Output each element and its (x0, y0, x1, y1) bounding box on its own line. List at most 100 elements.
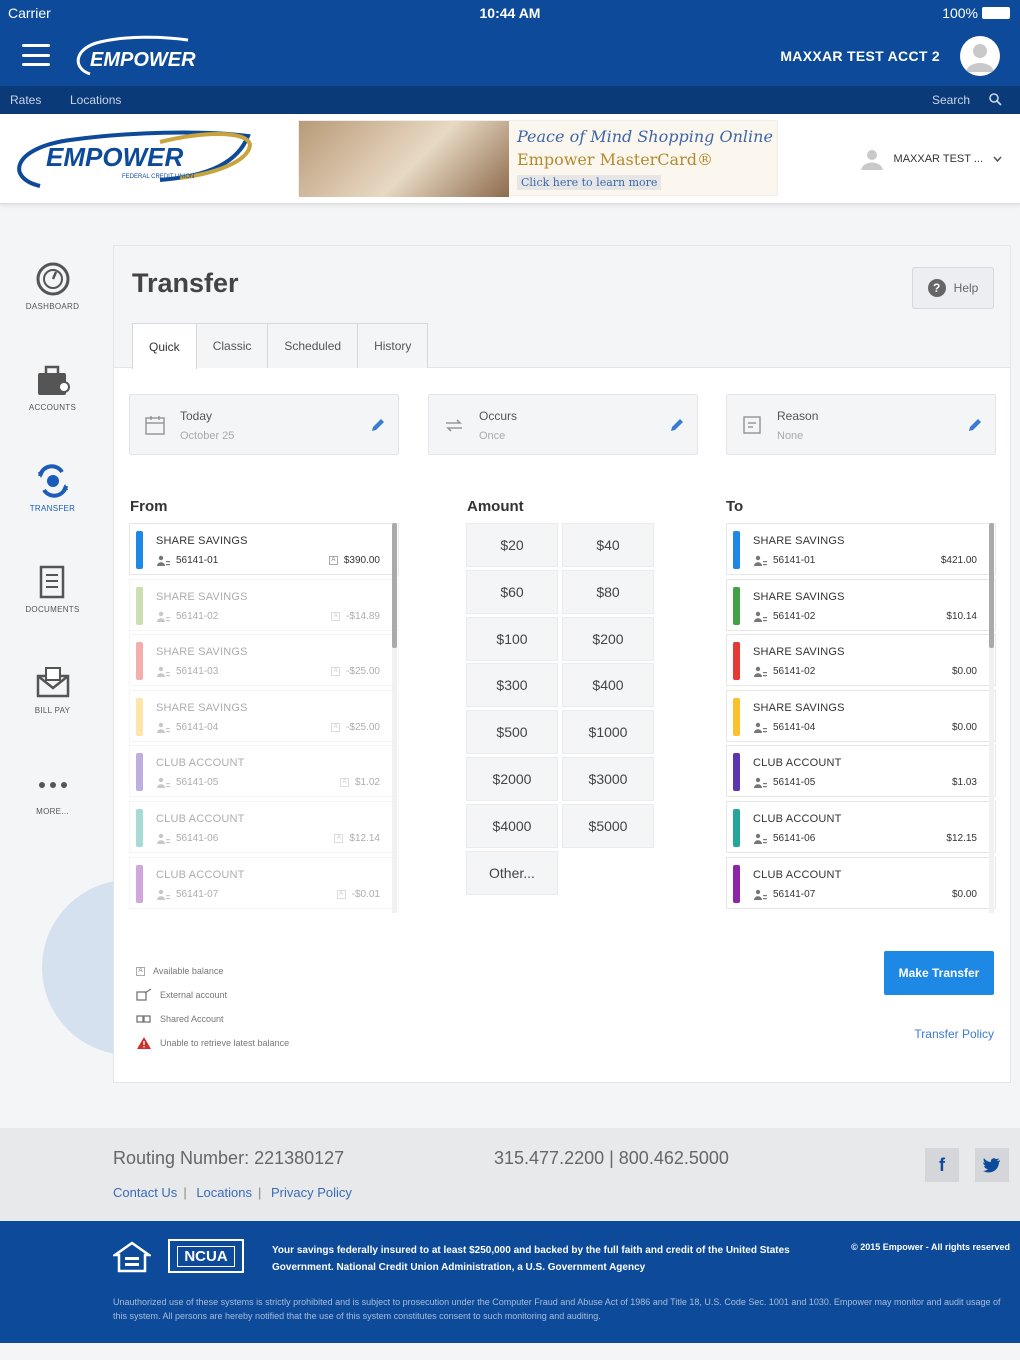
nav-rates[interactable]: Rates (10, 93, 41, 107)
empower-logo[interactable]: EMPOWER FEDERAL CREDIT UNION (10, 122, 255, 192)
search-icon[interactable] (988, 92, 1002, 106)
amount-button[interactable]: $400 (562, 663, 654, 708)
amount-button[interactable]: $5000 (562, 803, 654, 848)
account-color-bar (733, 808, 740, 847)
amount-button[interactable]: Other... (466, 850, 558, 895)
account-number-text: 56141-07 (773, 888, 816, 900)
amount-button[interactable]: $2000 (466, 757, 558, 801)
privacy-policy-link[interactable]: Privacy Policy (271, 1185, 352, 1200)
account-balance: A $12.14 (334, 833, 380, 844)
reason-selector[interactable]: Reason None (726, 394, 996, 455)
account-row[interactable]: SHARE SAVINGS 56141-04 A -$25.00 (129, 689, 399, 742)
amount-button[interactable]: $4000 (466, 803, 558, 848)
amount-button[interactable]: $100 (466, 616, 558, 661)
more-icon (38, 782, 67, 788)
app-logo[interactable]: EMPOWER (70, 30, 200, 84)
tab-scheduled[interactable]: Scheduled (267, 323, 359, 368)
from-account-list: SHARE SAVINGS 56141-01 A $390.00 SHARE SAVIN… (129, 523, 399, 913)
amount-button[interactable]: $60 (466, 569, 558, 614)
profile-avatar[interactable] (960, 36, 1000, 76)
account-balance: A $1.02 (339, 777, 380, 788)
tab-history[interactable]: History (357, 323, 429, 368)
account-number-text: 56141-06 (773, 832, 816, 844)
sidenav-accounts[interactable]: ACCOUNTS (0, 361, 105, 452)
occurs-selector[interactable]: Occurs Once (428, 394, 698, 455)
account-balance: $12.15 (946, 833, 977, 844)
account-balance: A -$0.01 (336, 889, 380, 900)
pencil-icon[interactable] (967, 417, 983, 433)
tab-classic[interactable]: Classic (195, 323, 269, 368)
account-row[interactable]: SHARE SAVINGS 56141-02 $10.14 (726, 578, 996, 631)
date-selector[interactable]: Today October 25 (129, 394, 399, 455)
account-number: 56141-07 (156, 889, 218, 900)
account-row[interactable]: CLUB ACCOUNT 56141-06 A $12.14 (129, 800, 399, 853)
account-row[interactable]: SHARE SAVINGS 56141-01 A $390.00 (129, 523, 399, 575)
account-name: CLUB ACCOUNT (156, 812, 245, 825)
amount-button[interactable]: $300 (466, 663, 558, 708)
user-menu[interactable]: MAXXAR TEST ... (860, 148, 1002, 170)
account-balance: $421.00 (941, 555, 977, 566)
account-number: 56141-04 (753, 722, 815, 733)
help-label: Help (953, 281, 979, 295)
help-button[interactable]: ? Help (912, 267, 994, 309)
svg-text:FEDERAL CREDIT UNION: FEDERAL CREDIT UNION (122, 174, 194, 180)
occurs-label: Occurs (479, 409, 518, 423)
account-row[interactable]: SHARE SAVINGS 56141-02 A -$14.89 (129, 578, 399, 631)
from-scrollbar[interactable] (392, 523, 397, 913)
account-row[interactable]: SHARE SAVINGS 56141-03 A -$25.00 (129, 634, 399, 687)
account-row[interactable]: CLUB ACCOUNT 56141-05 $1.03 (726, 745, 996, 798)
account-color-bar (136, 531, 143, 569)
hamburger-menu-icon[interactable] (22, 44, 50, 66)
make-transfer-button[interactable]: Make Transfer (884, 951, 994, 995)
contact-us-link[interactable]: Contact Us (113, 1185, 177, 1200)
user-menu-label: MAXXAR TEST ... (893, 153, 983, 165)
account-balance: A -$25.00 (331, 722, 380, 733)
reason-value: None (777, 430, 804, 442)
mastercard-banner-ad[interactable]: Peace of Mind Shopping Online Empower Ma… (298, 120, 778, 197)
account-number-text: 56141-02 (773, 666, 816, 678)
amount-button[interactable]: $3000 (562, 757, 654, 801)
account-row[interactable]: CLUB ACCOUNT 56141-07 A -$0.01 (129, 856, 399, 909)
account-row[interactable]: CLUB ACCOUNT 56141-05 A $1.02 (129, 745, 399, 798)
account-name: SHARE SAVINGS (753, 701, 845, 714)
shared-account-icon (157, 611, 170, 622)
sidenav-bill-pay[interactable]: BILL PAY (0, 664, 105, 755)
phone-numbers[interactable]: 315.477.2200 | 800.462.5000 (494, 1148, 729, 1169)
account-name: SHARE SAVINGS (753, 646, 845, 659)
pencil-icon[interactable] (370, 417, 386, 433)
search-link[interactable]: Search (932, 93, 970, 107)
to-scrollbar[interactable] (989, 523, 994, 913)
account-row[interactable]: CLUB ACCOUNT 56141-07 $0.00 (726, 856, 996, 909)
available-balance-icon: A (339, 778, 349, 788)
sidenav-more[interactable]: MORE... (0, 765, 105, 856)
locations-link[interactable]: Locations (196, 1185, 252, 1200)
banner-learn-more[interactable]: Click here to learn more (517, 175, 662, 190)
amount-button[interactable]: $1000 (562, 710, 654, 755)
account-number: 56141-03 (156, 666, 218, 678)
account-number: 56141-07 (753, 889, 815, 900)
amount-button[interactable]: $80 (562, 569, 654, 614)
account-balance-text: $12.15 (946, 832, 977, 844)
legend-item: Unable to retrieve latest balance (136, 1031, 289, 1055)
facebook-icon[interactable]: f (925, 1148, 959, 1182)
tab-quick[interactable]: Quick (132, 323, 197, 369)
sidenav-transfer[interactable]: TRANSFER (0, 462, 105, 553)
legend-item: A Available balance (136, 959, 289, 983)
account-row[interactable]: SHARE SAVINGS 56141-02 $0.00 (726, 634, 996, 687)
account-row[interactable]: SHARE SAVINGS 56141-01 $421.00 (726, 523, 996, 575)
transfer-policy-link[interactable]: Transfer Policy (914, 1027, 994, 1041)
pencil-icon[interactable] (669, 417, 685, 433)
nav-locations[interactable]: Locations (70, 93, 121, 107)
account-name[interactable]: MAXXAR TEST ACCT 2 (780, 48, 940, 64)
amount-button[interactable]: $20 (466, 523, 558, 567)
shared-account-icon (157, 778, 170, 789)
account-row[interactable]: SHARE SAVINGS 56141-04 $0.00 (726, 689, 996, 742)
amount-button[interactable]: $40 (562, 523, 654, 567)
battery-indicator: 100% (942, 5, 1010, 21)
amount-button[interactable]: $200 (562, 616, 654, 661)
sidenav-dashboard[interactable]: DASHBOARD (0, 260, 105, 351)
account-row[interactable]: CLUB ACCOUNT 56141-06 $12.15 (726, 800, 996, 853)
sidenav-documents[interactable]: DOCUMENTS (0, 563, 105, 654)
amount-button[interactable]: $500 (466, 710, 558, 755)
twitter-icon[interactable] (975, 1148, 1009, 1182)
